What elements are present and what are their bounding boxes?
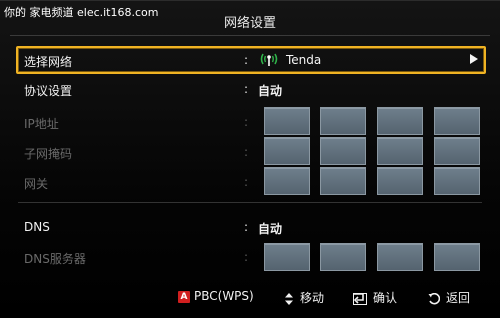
gateway-octet-4 xyxy=(434,167,480,195)
dns-server-octet-3 xyxy=(377,243,423,271)
dns-setting-label: DNS xyxy=(24,220,50,234)
dns-server-colon: : xyxy=(244,250,249,264)
pbc-wps-hint[interactable]: A PBC(WPS) xyxy=(178,289,254,303)
select-network-label: 选择网络 xyxy=(24,55,73,69)
pbc-wps-label: PBC(WPS) xyxy=(194,289,254,303)
ip-address-colon: : xyxy=(244,115,249,129)
gateway-label: 网关 xyxy=(24,177,49,191)
protocol-setting-value: 自动 xyxy=(258,84,283,98)
up-down-arrows-icon xyxy=(285,292,293,305)
ip-address-octet-1 xyxy=(264,107,310,135)
select-network-colon: : xyxy=(244,53,249,67)
move-hint[interactable]: 移动 xyxy=(284,289,324,306)
subnet-mask-octet-4 xyxy=(434,137,480,165)
dns-server-octet-1 xyxy=(264,243,310,271)
subnet-mask-octet-2 xyxy=(320,137,366,165)
wifi-signal-icon xyxy=(260,53,278,66)
dns-server-octet-4 xyxy=(434,243,480,271)
enter-label: 确认 xyxy=(373,291,398,305)
gateway-octet-1 xyxy=(264,167,310,195)
ip-address-octet-3 xyxy=(377,107,423,135)
protocol-setting-row[interactable]: 协议设置 : 自动 xyxy=(18,77,480,101)
protocol-setting-label: 协议设置 xyxy=(24,84,73,98)
site-watermark: 你的 家电频道 elec.it168.com xyxy=(4,6,159,19)
network-settings-panel: 网络设置 选择网络 : Tenda 协议设置 : 自动 IP地址 : 子网掩码 … xyxy=(0,0,500,318)
subnet-mask-label: 子网掩码 xyxy=(24,147,73,161)
subnet-mask-colon: : xyxy=(244,145,249,159)
ip-address-octet-4 xyxy=(434,107,480,135)
move-label: 移动 xyxy=(300,291,325,305)
return-label: 返回 xyxy=(446,291,471,305)
arrow-right-icon[interactable] xyxy=(470,54,478,64)
dns-setting-row[interactable]: DNS : 自动 xyxy=(18,215,480,239)
subnet-mask-octet-3 xyxy=(377,137,423,165)
dns-server-octet-2 xyxy=(320,243,366,271)
dns-server-label: DNS服务器 xyxy=(24,252,86,266)
dns-setting-value: 自动 xyxy=(258,222,283,236)
gateway-octet-2 xyxy=(320,167,366,195)
selected-network-name: Tenda xyxy=(286,53,322,67)
dns-setting-colon: : xyxy=(244,220,249,234)
protocol-setting-colon: : xyxy=(244,82,249,96)
footer-hints: A PBC(WPS) 移动 确认 返回 xyxy=(0,283,500,311)
title-divider xyxy=(10,35,490,36)
select-network-row[interactable]: 选择网络 : Tenda xyxy=(16,46,486,74)
subnet-mask-octet-1 xyxy=(264,137,310,165)
ip-address-octet-2 xyxy=(320,107,366,135)
gateway-colon: : xyxy=(244,175,249,189)
section-divider xyxy=(18,202,482,203)
gateway-octet-3 xyxy=(377,167,423,195)
red-a-button-icon: A xyxy=(178,290,190,303)
return-hint[interactable]: 返回 xyxy=(428,289,470,306)
enter-hint[interactable]: 确认 xyxy=(353,289,397,306)
enter-icon xyxy=(353,292,367,305)
ip-address-label: IP地址 xyxy=(24,117,59,131)
return-icon xyxy=(428,292,440,304)
